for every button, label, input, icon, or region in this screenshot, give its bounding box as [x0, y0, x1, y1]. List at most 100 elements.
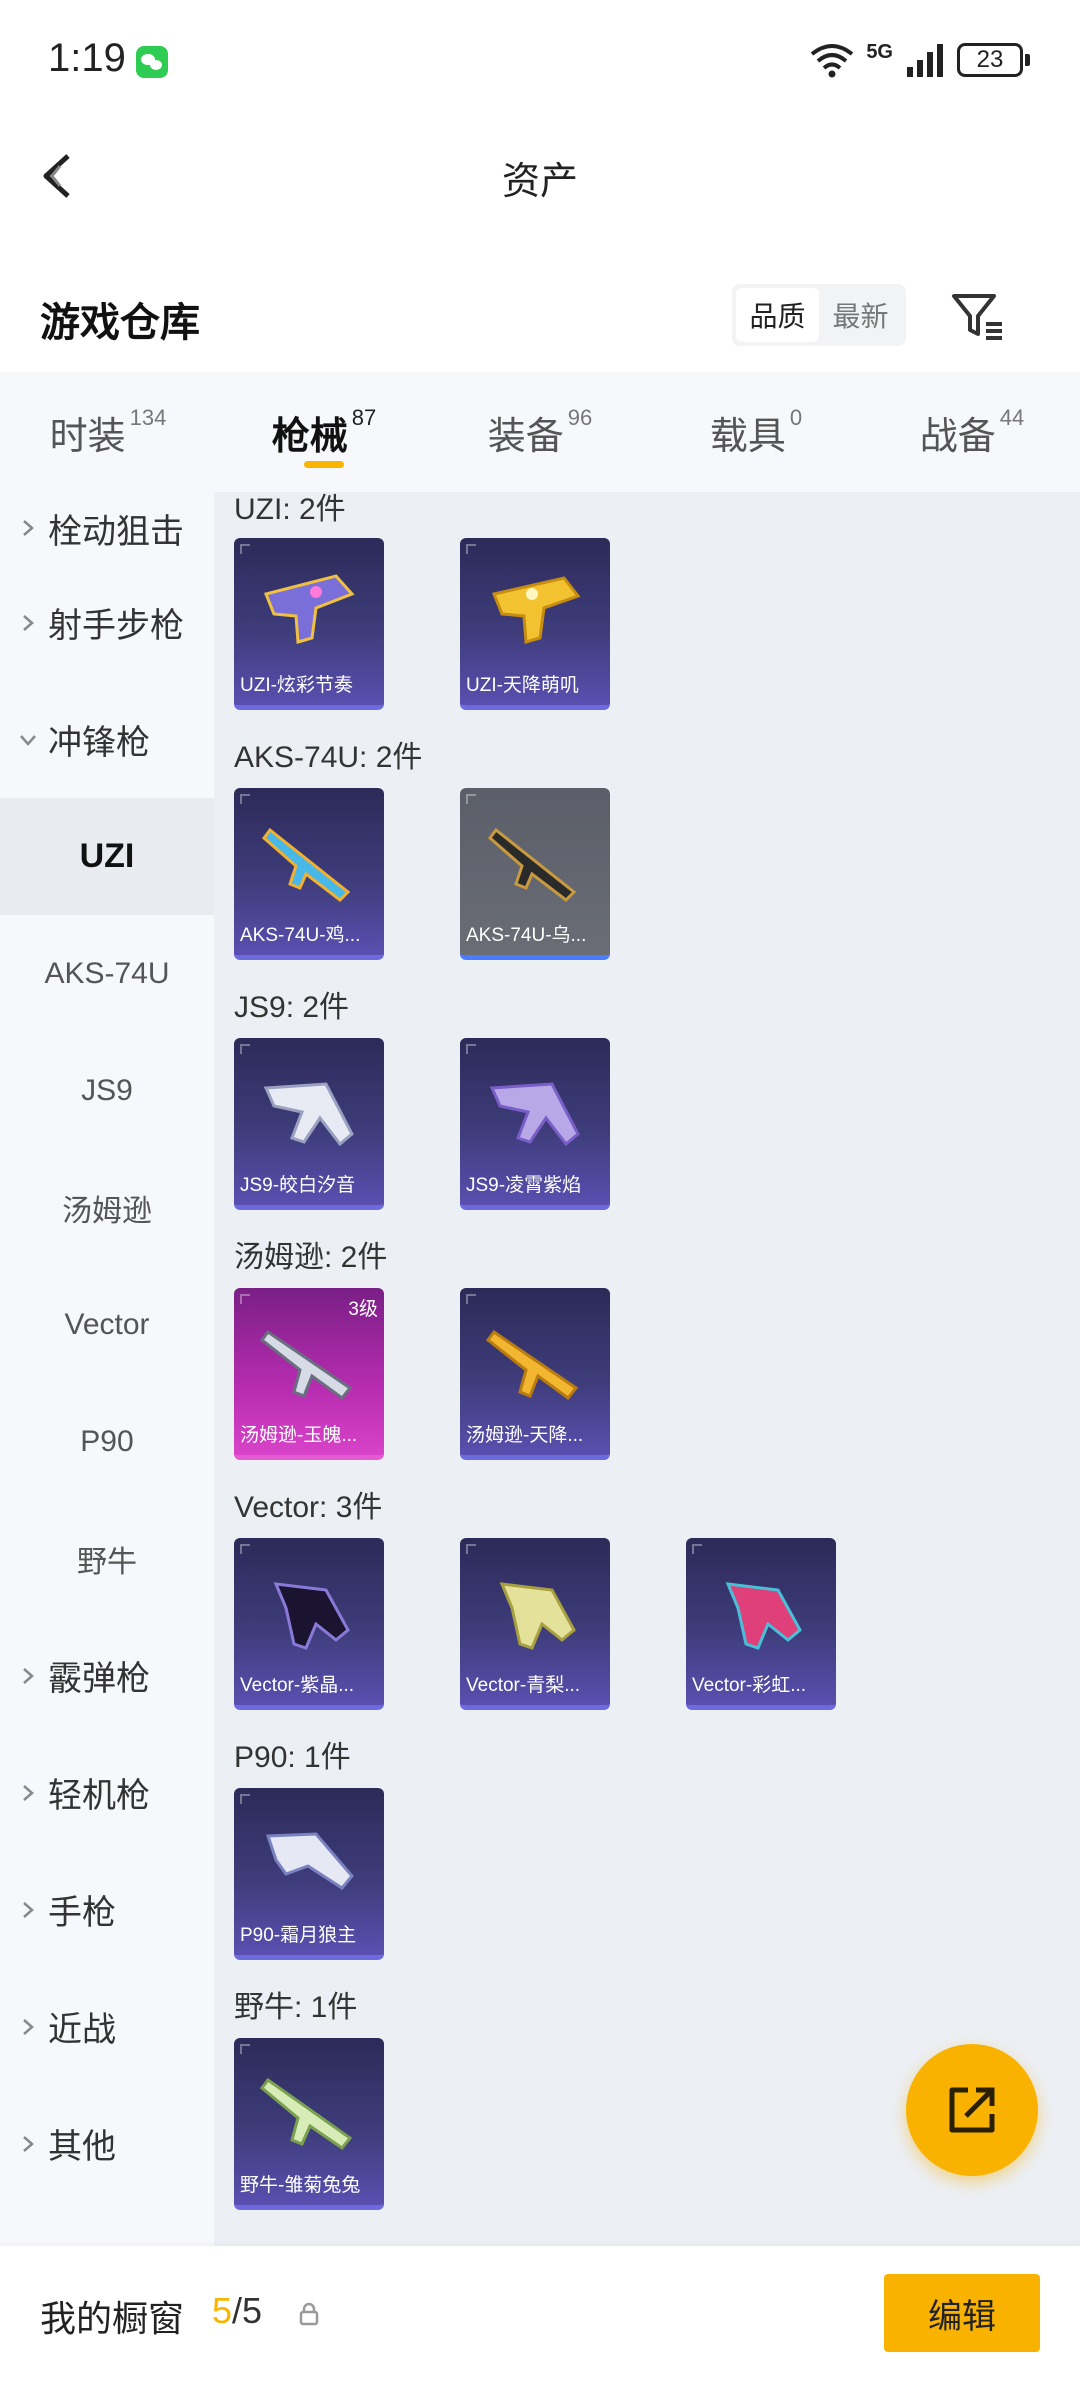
weapon-name: Vector-青梨... [466, 1675, 581, 1696]
chevron-right-icon [23, 2018, 34, 2035]
sidebar-item-label: 轻机枪 [48, 1777, 150, 1815]
nav-bar: 资产 [0, 120, 1080, 230]
tab-guns[interactable]: 枪械 87 [216, 372, 432, 492]
showcase-count-total: /5 [232, 2290, 263, 2331]
warehouse-header: 游戏仓库 品质 最新 [0, 260, 1080, 370]
warehouse-title: 游戏仓库 [40, 301, 200, 345]
page-title: 资产 [501, 161, 578, 203]
signal-icon [907, 44, 943, 77]
lock-icon [299, 2302, 319, 2326]
weapon-name: AKS-74U-乌... [466, 925, 587, 946]
weapon-name: Vector-彩虹... [692, 1675, 807, 1696]
weapon-card[interactable]: 3级 汤姆逊-玉魄... [234, 1288, 384, 1460]
tab-count: 96 [567, 405, 593, 430]
sidebar-item-pistol[interactable]: 手枪 [0, 1851, 214, 1968]
battery-level: 23 [957, 43, 1023, 77]
sidebar-item-label: 手枪 [48, 1894, 116, 1932]
thompson-skin-icon [259, 1329, 353, 1401]
tab-supplies[interactable]: 战备 44 [864, 372, 1080, 492]
sidebar-item-label: JS9 [81, 1073, 133, 1107]
weapon-name: 汤姆逊-玉魄... [240, 1425, 358, 1446]
chevron-down-icon [20, 734, 36, 746]
aks74u-skin-icon [487, 827, 577, 902]
weapon-name: 汤姆逊-天降... [466, 1425, 584, 1446]
weapon-card[interactable]: 汤姆逊-天降... [460, 1288, 610, 1460]
filter-icon[interactable] [948, 286, 1008, 346]
sidebar-item-bolt-sniper[interactable]: 栓动狙击 [0, 492, 214, 564]
sidebar-item-label: 冲锋枪 [48, 724, 150, 762]
sidebar-item-thompson[interactable]: 汤姆逊 [0, 1149, 214, 1266]
weapon-card[interactable]: AKS-74U-鸡... [234, 788, 384, 960]
status-bar: 1:19 5G 23 [0, 0, 1080, 120]
category-tabs: 时装 134 枪械 87 装备 96 载具 0 战备 44 [0, 372, 1080, 492]
weapon-card[interactable]: UZI-炫彩节奏 [234, 538, 384, 710]
sidebar-item-aks74u[interactable]: AKS-74U [0, 915, 214, 1032]
weapon-name: UZI-炫彩节奏 [240, 675, 353, 696]
sidebar-item-melee[interactable]: 近战 [0, 1968, 214, 2085]
uzi-skin-icon [491, 576, 581, 644]
weapon-name: JS9-凌霄紫焰 [466, 1175, 582, 1196]
sort-newest-button[interactable]: 最新 [819, 288, 902, 342]
tab-vehicles[interactable]: 载具 0 [648, 372, 864, 492]
battery-icon: 23 [957, 43, 1030, 77]
sidebar-item-label: 栓动狙击 [48, 512, 184, 551]
weapon-type-sidebar: 栓动狙击 射手步枪 冲锋枪 UZI AKS-74U JS9 汤姆逊 Vector… [0, 492, 214, 2246]
vector-skin-icon [725, 1582, 802, 1650]
sidebar-item-label: 汤姆逊 [62, 1194, 152, 1228]
weapon-card[interactable]: Vector-彩虹... [686, 1538, 836, 1710]
chevron-right-icon [23, 520, 34, 536]
chevron-right-icon [23, 1784, 34, 1801]
tab-equipment[interactable]: 装备 96 [432, 372, 648, 492]
chevron-right-icon [23, 1901, 34, 1918]
uzi-skin-icon [263, 574, 355, 644]
group-label-vector: Vector: 3件 [234, 1491, 383, 1524]
showcase-label: 我的橱窗 [40, 2298, 185, 2339]
weapon-card[interactable]: JS9-凌霄紫焰 [460, 1038, 610, 1210]
tab-label: 时装 [49, 415, 126, 458]
sidebar-item-label: 野牛 [77, 1545, 137, 1579]
tab-count: 0 [789, 405, 803, 430]
weapon-name: AKS-74U-鸡... [240, 925, 361, 946]
weapon-name: 野牛-雏菊兔兔 [240, 2175, 361, 2196]
sort-quality-button[interactable]: 品质 [736, 288, 819, 342]
p90-skin-icon [265, 1832, 354, 1890]
sidebar-item-label: UZI [79, 837, 135, 875]
tab-count: 134 [129, 405, 167, 430]
weapon-card[interactable]: UZI-天降萌叽 [460, 538, 610, 710]
sidebar-item-label: Vector [64, 1307, 150, 1341]
weapon-grid: UZI: 2件 UZI-炫彩节奏 UZI-天降萌叽 AKS-74U: 2件 AK… [214, 492, 1080, 2246]
group-label-bizon: 野牛: 1件 [234, 1991, 358, 2024]
wechat-icon [136, 46, 168, 78]
sidebar-item-other[interactable]: 其他 [0, 2085, 214, 2202]
tab-count: 44 [999, 405, 1025, 430]
sidebar-item-vector[interactable]: Vector [0, 1266, 214, 1383]
sidebar-item-lmg[interactable]: 轻机枪 [0, 1734, 214, 1851]
sidebar-item-smg[interactable]: 冲锋枪 [0, 681, 214, 798]
weapon-card[interactable]: Vector-青梨... [460, 1538, 610, 1710]
edit-button[interactable]: 编辑 [884, 2274, 1040, 2352]
sidebar-item-uzi[interactable]: UZI [0, 798, 214, 915]
chevron-right-icon [23, 614, 34, 631]
sidebar-item-js9[interactable]: JS9 [0, 1032, 214, 1149]
share-button[interactable] [906, 2044, 1038, 2176]
weapon-name: P90-霜月狼主 [240, 1925, 357, 1946]
weapon-card[interactable]: Vector-紫晶... [234, 1538, 384, 1710]
weapon-card[interactable]: 野牛-雏菊兔兔 [234, 2038, 384, 2210]
sidebar-item-bizon[interactable]: 野牛 [0, 1500, 214, 1617]
sidebar-item-p90[interactable]: P90 [0, 1383, 214, 1500]
js9-skin-icon [489, 1082, 580, 1147]
js9-skin-icon [263, 1082, 354, 1147]
aks74u-skin-icon [261, 827, 351, 902]
showcase-bar: 我的橱窗 5/5 编辑 [0, 2246, 1080, 2381]
weapon-card[interactable]: P90-霜月狼主 [234, 1788, 384, 1960]
sidebar-item-shotgun[interactable]: 霰弹枪 [0, 1617, 214, 1734]
sidebar-item-marksman-rifle[interactable]: 射手步枪 [0, 564, 214, 681]
weapon-card[interactable]: JS9-皎白汐音 [234, 1038, 384, 1210]
tab-label: 装备 [487, 415, 564, 458]
sidebar-item-label: AKS-74U [44, 956, 170, 990]
group-label-aks74u: AKS-74U: 2件 [234, 741, 423, 774]
tab-label: 战备 [919, 415, 996, 458]
tab-fashion[interactable]: 时装 134 [0, 372, 216, 492]
weapon-card[interactable]: AKS-74U-乌... [460, 788, 610, 960]
group-label-js9: JS9: 2件 [234, 991, 350, 1024]
